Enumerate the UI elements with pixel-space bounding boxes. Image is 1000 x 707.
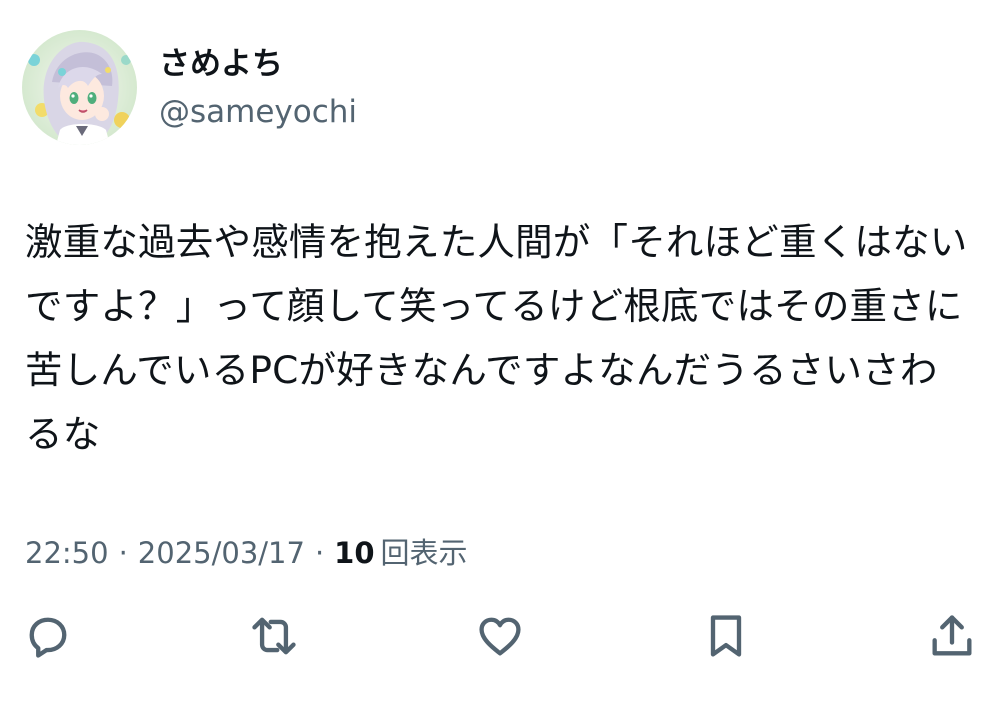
action-bar [0,608,1000,668]
tweet-header: さめよち @sameyochi [22,30,357,145]
retweet-button[interactable] [246,608,302,664]
share-icon [932,615,972,656]
views-count[interactable]: 10 [334,536,374,570]
meta-separator: · [314,536,325,570]
views-label[interactable]: 回表示 [381,530,468,572]
heart-icon [479,617,521,656]
tweet-date[interactable]: 2025/03/17 [138,536,305,570]
avatar[interactable] [22,30,137,145]
meta-separator: · [118,536,128,570]
reply-icon [29,617,67,658]
user-names: さめよち @sameyochi [159,44,357,132]
user-handle[interactable]: @sameyochi [159,92,357,132]
bookmark-button[interactable] [698,608,754,664]
tweet-meta: 22:50 · 2025/03/17 · 10 回表示 [25,530,468,572]
like-button[interactable] [472,608,528,664]
bookmark-icon [710,615,742,657]
tweet-text: 激重な過去や感情を抱えた人間が「それほど重くはないですよ？」って顔して笑ってるけ… [25,220,968,456]
share-button[interactable] [924,608,980,664]
tweet-time[interactable]: 22:50 [25,536,109,570]
reply-button[interactable] [20,608,76,664]
retweet-icon [252,617,296,655]
display-name[interactable]: さめよち [159,44,357,84]
